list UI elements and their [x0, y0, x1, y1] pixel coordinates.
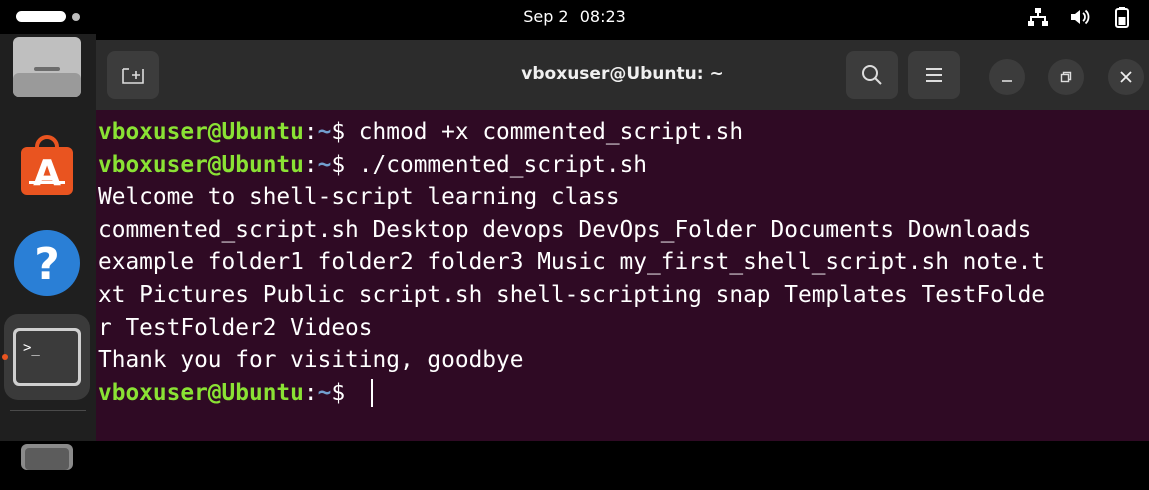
prompt-symbol: $	[331, 119, 359, 145]
system-tray[interactable]	[1027, 6, 1133, 28]
terminal-output[interactable]: vboxuser@Ubuntu:~$ chmod +x commented_sc…	[98, 116, 1146, 409]
terminal-icon: >_	[13, 328, 81, 386]
output-line: r TestFolder2 Videos	[98, 314, 373, 341]
close-icon	[1120, 71, 1132, 83]
close-button[interactable]	[1108, 59, 1144, 95]
help-icon: ?	[14, 230, 80, 296]
svg-text:?: ?	[34, 239, 60, 290]
minimize-button[interactable]	[989, 59, 1025, 95]
svg-text:>_: >_	[23, 340, 40, 356]
app-center-icon: A	[21, 135, 73, 195]
prompt-colon: :	[303, 119, 318, 145]
network-icon[interactable]	[1027, 6, 1049, 28]
output-line: example folder1 folder2 folder3 Music my…	[98, 249, 1046, 276]
clock-date: Sep 2	[523, 7, 569, 26]
output-line: commented_script.sh Desktop devops DevOp…	[98, 216, 1032, 243]
output-line: Thank you for visiting, goodbye	[98, 347, 524, 374]
prompt-user-host: vboxuser@Ubuntu	[98, 151, 304, 178]
prompt-colon: :	[303, 379, 318, 406]
prompt-user-host: vboxuser@Ubuntu	[98, 119, 304, 145]
dock-terminal[interactable]: >_	[4, 314, 90, 400]
dock-separator	[10, 410, 86, 411]
prompt-path: ~	[317, 379, 332, 406]
prompt-line: vboxuser@Ubuntu:~$	[98, 377, 1146, 410]
terminal-window[interactable]: vboxuser@Ubuntu: ~ vboxuser@Ubuntu:~$ ch…	[96, 40, 1149, 441]
dock-help[interactable]: ?	[12, 228, 82, 298]
text-cursor	[370, 379, 373, 408]
search-icon	[862, 65, 882, 85]
clock[interactable]: Sep 2 08:23	[0, 7, 1149, 26]
menu-button[interactable]	[908, 51, 960, 99]
battery-icon[interactable]	[1111, 6, 1133, 28]
dock-files[interactable]	[12, 34, 82, 104]
command-text: chmod +x commented_script.sh	[358, 119, 744, 145]
prompt-symbol: $	[331, 379, 359, 406]
prompt-line: vboxuser@Ubuntu:~$ ./commented_script.sh	[98, 149, 1146, 182]
svg-text:A: A	[33, 153, 61, 194]
app-icon	[21, 444, 73, 470]
dock-app[interactable]	[12, 420, 82, 490]
clock-time: 08:23	[579, 7, 626, 26]
dock-app-center[interactable]: A	[12, 130, 82, 200]
top-bar: Sep 2 08:23	[0, 0, 1149, 34]
command-text: ./commented_script.sh	[358, 151, 648, 178]
output-line: xt Pictures Public script.sh shell-scrip…	[98, 281, 1046, 308]
prompt-symbol: $	[331, 151, 359, 178]
search-button[interactable]	[846, 51, 898, 99]
output-line: Welcome to shell-script learning class	[98, 184, 620, 211]
menu-icon	[926, 68, 942, 82]
volume-icon[interactable]	[1069, 6, 1091, 28]
prompt-path: ~	[317, 119, 332, 145]
restore-button[interactable]	[1048, 59, 1084, 95]
files-icon	[13, 37, 81, 97]
dock: A ? >_	[0, 34, 96, 470]
running-indicator	[2, 354, 8, 360]
restore-icon	[1060, 71, 1072, 83]
prompt-user-host: vboxuser@Ubuntu	[98, 379, 304, 406]
prompt-line: vboxuser@Ubuntu:~$ chmod +x commented_sc…	[98, 116, 1146, 149]
prompt-colon: :	[303, 151, 318, 178]
minimize-icon	[1002, 80, 1012, 82]
header-bar[interactable]: vboxuser@Ubuntu: ~	[96, 40, 1149, 110]
prompt-path: ~	[317, 151, 332, 178]
